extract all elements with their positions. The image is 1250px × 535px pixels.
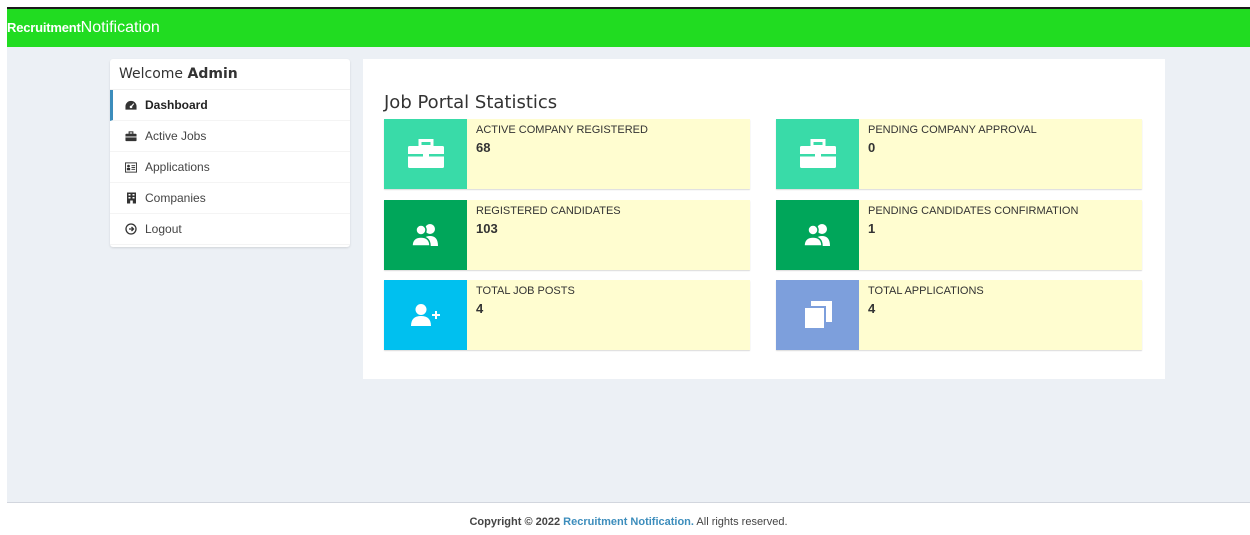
- stat-box-pending-candidates-confirmation[interactable]: PENDING CANDIDATES CONFIRMATION 1: [776, 200, 1142, 270]
- stat-icon-box: [384, 200, 467, 270]
- briefcase-icon: [125, 130, 137, 142]
- stat-box-total-applications[interactable]: TOTAL APPLICATIONS 4: [776, 280, 1142, 350]
- clone-icon: [802, 301, 832, 330]
- page-footer: Copyright © 2022 Recruitment Notificatio…: [7, 502, 1250, 535]
- stat-value: 1: [868, 221, 876, 236]
- sidebar-item-companies[interactable]: Companies: [110, 183, 350, 214]
- briefcase-icon: [407, 139, 444, 168]
- footer-rights: All rights reserved.: [696, 516, 788, 528]
- brand-rest: Notification: [80, 19, 160, 36]
- users-icon: [410, 224, 438, 247]
- stat-label: ACTIVE COMPANY REGISTERED: [476, 124, 648, 136]
- sidebar-item-active-jobs[interactable]: Active Jobs: [110, 121, 350, 152]
- app-window: RecruitmentNotification Welcome Admin Da…: [7, 7, 1250, 535]
- stat-box-pending-company-approval[interactable]: PENDING COMPANY APPROVAL 0: [776, 119, 1142, 189]
- statistics-panel: Job Portal Statistics ACTIVE COMPANY REG…: [363, 59, 1165, 379]
- stat-label: TOTAL APPLICATIONS: [868, 285, 984, 297]
- sidebar-menu: Welcome Admin Dashboard Active Jobs Appl…: [110, 59, 350, 247]
- stat-label: PENDING CANDIDATES CONFIRMATION: [868, 205, 1079, 217]
- content-area: Welcome Admin Dashboard Active Jobs Appl…: [7, 47, 1250, 502]
- stat-label: PENDING COMPANY APPROVAL: [868, 124, 1037, 136]
- users-icon: [802, 224, 830, 247]
- sidebar-item-label: Companies: [145, 191, 206, 205]
- stat-box-active-companies[interactable]: ACTIVE COMPANY REGISTERED 68: [384, 119, 750, 189]
- stat-icon-box: [776, 119, 859, 189]
- brand-logo-link[interactable]: RecruitmentNotification: [7, 19, 160, 37]
- id-card-icon: [125, 161, 137, 173]
- stat-icon-box: [384, 280, 467, 350]
- sidebar-item-applications[interactable]: Applications: [110, 152, 350, 183]
- stat-icon-box: [776, 280, 859, 350]
- sidebar-item-label: Logout: [145, 222, 182, 236]
- sidebar-item-label: Active Jobs: [145, 129, 207, 143]
- stat-icon-box: [384, 119, 467, 189]
- building-icon: [125, 192, 137, 204]
- sidebar-item-dashboard[interactable]: Dashboard: [110, 90, 350, 121]
- stat-label: TOTAL JOB POSTS: [476, 285, 575, 297]
- stat-value: 0: [868, 140, 876, 155]
- footer-copyright: Copyright © 2022: [469, 516, 561, 528]
- logout-icon: [125, 223, 137, 235]
- stat-value: 4: [868, 301, 876, 316]
- dashboard-icon: [125, 99, 137, 111]
- footer-brand-link[interactable]: Recruitment Notification.: [563, 516, 694, 528]
- top-navbar: RecruitmentNotification: [7, 7, 1250, 47]
- stat-box-registered-candidates[interactable]: REGISTERED CANDIDATES 103: [384, 200, 750, 270]
- user-plus-icon: [410, 304, 440, 326]
- stat-icon-box: [776, 200, 859, 270]
- briefcase-icon: [799, 139, 836, 168]
- sidebar-item-label: Dashboard: [145, 98, 208, 112]
- page-title: Job Portal Statistics: [384, 92, 558, 113]
- stat-value: 4: [476, 301, 484, 316]
- welcome-prefix: Welcome: [119, 66, 184, 82]
- sidebar-item-logout[interactable]: Logout: [110, 214, 350, 245]
- sidebar-item-label: Applications: [145, 160, 210, 174]
- stat-value: 68: [476, 140, 491, 155]
- welcome-header: Welcome Admin: [110, 59, 350, 90]
- welcome-user: Admin: [187, 66, 238, 82]
- stat-label: REGISTERED CANDIDATES: [476, 205, 621, 217]
- stat-box-total-job-posts[interactable]: TOTAL JOB POSTS 4: [384, 280, 750, 350]
- stat-value: 103: [476, 221, 498, 236]
- brand-bold: Recruitment: [7, 20, 81, 35]
